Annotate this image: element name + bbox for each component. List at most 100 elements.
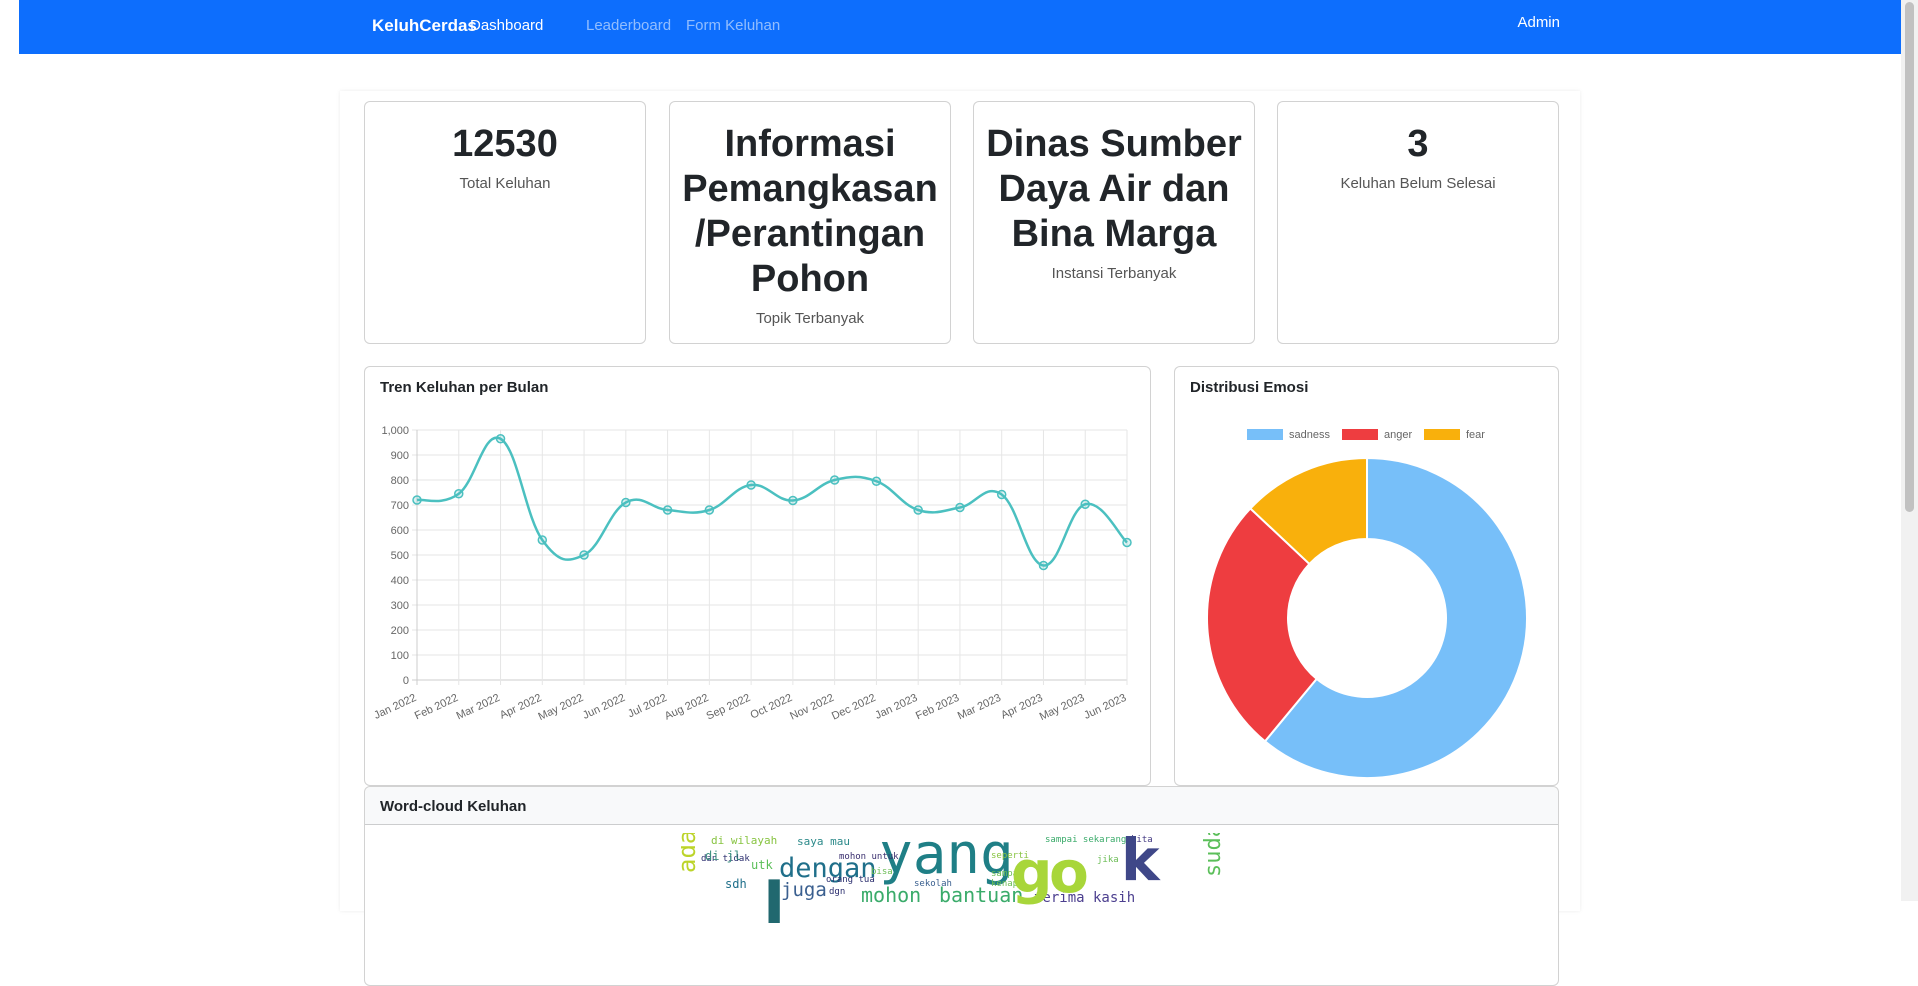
wordcloud-glyph: g — [1011, 838, 1053, 906]
y-tick-label: 200 — [391, 625, 409, 637]
top-navbar: KeluhCerdas Dashboard Leaderboard Form K… — [19, 0, 1901, 54]
brand-logo[interactable]: KeluhCerdas — [372, 16, 477, 36]
wordcloud-word: juga — [781, 879, 827, 901]
legend-item-sadness[interactable]: sadness — [1247, 429, 1330, 441]
stat-card-instansi-terbanyak: Dinas Sumber Daya Air dan Bina Marga Ins… — [973, 101, 1255, 344]
wordcloud-word: bisa — [871, 867, 893, 877]
data-point[interactable] — [829, 475, 840, 485]
x-tick-label: Oct 2022 — [749, 692, 795, 722]
data-point[interactable] — [662, 505, 673, 515]
data-point[interactable] — [871, 476, 882, 486]
main-content: 12530 Total Keluhan Informasi Pemangkasa… — [340, 91, 1580, 986]
data-point[interactable] — [1080, 499, 1090, 509]
y-tick-label: 1,000 — [381, 425, 409, 437]
data-point[interactable] — [495, 434, 506, 444]
y-tick-label: 0 — [403, 675, 409, 687]
nav-link-form-keluhan[interactable]: Form Keluhan — [686, 17, 780, 34]
wordcloud-glyph: k — [1121, 833, 1160, 894]
x-tick-label: Apr 2022 — [498, 692, 544, 722]
y-tick-label: 100 — [391, 650, 409, 662]
data-point[interactable] — [1038, 560, 1049, 571]
x-tick-label: Feb 2022 — [413, 692, 460, 723]
wordcloud-word: sdh — [725, 877, 747, 891]
wordcloud-word: saya mau — [797, 835, 850, 848]
wordcloud-card: Word-cloud Keluhan yang dengan mohon bantua… — [364, 786, 1559, 986]
chart-grid — [412, 429, 1128, 685]
emotion-donut-chart: sadness anger fear — [1206, 429, 1528, 779]
data-point[interactable] — [704, 505, 715, 515]
wordcloud-word: jika — [1097, 855, 1119, 865]
scrollbar-thumb[interactable] — [1905, 2, 1914, 512]
y-tick-label: 900 — [391, 450, 409, 462]
legend-swatch — [1342, 429, 1378, 440]
data-point[interactable] — [412, 495, 422, 505]
legend-swatch — [1247, 429, 1283, 440]
data-point[interactable] — [746, 480, 756, 490]
stat-label: Topik Terbanyak — [755, 310, 865, 327]
stat-value: 12530 — [452, 123, 558, 165]
stat-value: Dinas Sumber Daya Air dan Bina Marga — [986, 123, 1242, 255]
data-point[interactable] — [955, 502, 965, 513]
stat-card-keluhan-belum-selesai: 3 Keluhan Belum Selesai — [1277, 101, 1559, 344]
y-tick-label: 800 — [391, 475, 409, 487]
stat-label: Keluhan Belum Selesai — [1340, 175, 1496, 192]
nav-link-leaderboard[interactable]: Leaderboard — [586, 17, 671, 34]
data-point[interactable] — [1122, 537, 1132, 548]
emotion-chart-card: Distribusi Emosi sadness anger fear — [1174, 366, 1559, 786]
y-tick-label: 500 — [391, 550, 409, 562]
trend-line-chart: 0 100 200 300 400 500 600 700 800 900 1,000 Jan 202… — [372, 425, 1132, 723]
x-tick-label: Nov 2022 — [788, 692, 836, 723]
trend-chart-card: Tren Keluhan per Bulan 0 100 200 300 400 500 6… — [364, 366, 1151, 786]
legend-label: sadness — [1289, 429, 1330, 441]
x-tick-label: Mar 2023 — [956, 692, 1003, 723]
wordcloud-word: dgn — [829, 887, 846, 897]
page-scrollbar[interactable] — [1901, 0, 1918, 901]
nav-link-dashboard[interactable]: Dashboard — [470, 17, 543, 34]
legend-item-fear[interactable]: fear — [1424, 429, 1485, 441]
data-point[interactable] — [454, 489, 464, 499]
x-tick-label: Jan 2023 — [873, 692, 919, 722]
legend-label: fear — [1466, 429, 1485, 441]
data-point[interactable] — [788, 495, 798, 506]
data-point[interactable] — [579, 550, 589, 560]
data-point[interactable] — [537, 535, 548, 545]
x-tick-label: Dec 2022 — [830, 692, 878, 723]
x-tick-label: Jun 2022 — [581, 692, 627, 722]
wordcloud-image: yang dengan mohon bantuan juga ada sudah di wil… — [681, 833, 1241, 963]
wordcloud-word: sudah — [1201, 833, 1226, 877]
y-tick-label: 300 — [391, 600, 409, 612]
wordcloud-card-title: Word-cloud Keluhan — [380, 798, 527, 815]
x-tick-label: Apr 2023 — [999, 692, 1045, 722]
wordcloud-word: sekolah — [914, 879, 952, 889]
wordcloud-word: orang tua — [826, 875, 875, 885]
x-tick-label: Sep 2022 — [705, 692, 753, 723]
stat-value: 3 — [1407, 123, 1429, 165]
wordcloud-glyph: o — [1049, 838, 1089, 906]
y-tick-label: 600 — [391, 525, 409, 537]
navbar-container: KeluhCerdas Dashboard Leaderboard Form K… — [338, 0, 1576, 54]
data-point[interactable] — [996, 489, 1007, 500]
x-tick-label: May 2023 — [1038, 692, 1087, 723]
wordcloud-word: di jl — [705, 849, 742, 863]
wordcloud-word: ada — [681, 833, 701, 873]
wordcloud-word: mohon — [861, 883, 922, 907]
x-tick-label: Jan 2022 — [372, 692, 418, 722]
data-point[interactable] — [621, 497, 631, 508]
wordcloud-word: mohon untuk — [839, 852, 899, 862]
x-tick-label: May 2022 — [536, 692, 585, 723]
stat-card-total-keluhan: 12530 Total Keluhan — [364, 101, 646, 344]
stat-value: Informasi Pemangkasan /Perantingan Pohon — [682, 123, 938, 300]
x-tick-label: Aug 2022 — [663, 692, 711, 723]
stat-card-topik-terbanyak: Informasi Pemangkasan /Perantingan Pohon… — [669, 101, 951, 344]
wordcloud-word: di wilayah — [711, 834, 778, 847]
x-tick-label: Jun 2023 — [1082, 692, 1128, 722]
legend-item-anger[interactable]: anger — [1342, 429, 1412, 441]
x-tick-label: Jul 2022 — [626, 692, 669, 720]
data-point[interactable] — [913, 505, 923, 515]
wordcloud-glyph: I — [763, 868, 786, 938]
user-menu-admin[interactable]: Admin — [1517, 14, 1560, 31]
series-line — [416, 436, 1128, 567]
y-tick-label: 400 — [391, 575, 409, 587]
legend-swatch — [1424, 429, 1460, 440]
x-tick-label: Mar 2022 — [455, 692, 502, 723]
